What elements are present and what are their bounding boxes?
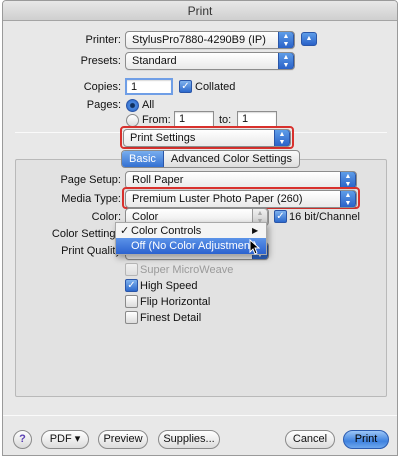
print-dialog: Print Printer: StylusPro7880-4290B9 (IP)… [2, 0, 398, 456]
window-title: Print [3, 1, 397, 21]
tab-control: Basic Advanced Color Settings [121, 150, 300, 168]
mouse-pointer-icon [249, 239, 260, 255]
printer-value: StylusPro7880-4290B9 (IP) [132, 34, 266, 46]
print-button[interactable]: Print [343, 430, 389, 449]
pages-label: Pages: [86, 99, 121, 111]
section-popup[interactable]: Print Settings ▲ ▼ [123, 129, 291, 147]
popup-arrows-icon: ▲▼ [278, 53, 294, 69]
checkmark-icon: ✓ [120, 225, 130, 237]
disclosure-triangle-icon[interactable]: ▲ [301, 32, 317, 46]
high-speed-checkbox[interactable]: ✓ [125, 279, 138, 292]
pdf-button[interactable]: PDF ▾ [41, 430, 89, 449]
sixteen-bit-label: 16 bit/Channel [289, 211, 360, 223]
finest-detail-checkbox[interactable] [125, 311, 138, 324]
high-speed-label: High Speed [140, 280, 198, 292]
copies-label: Copies: [83, 81, 121, 93]
tab-advanced-color-settings[interactable]: Advanced Color Settings [164, 151, 299, 167]
super-microweave-checkbox[interactable] [125, 263, 138, 276]
printer-label: Printer: [85, 34, 121, 46]
color-settings-label: Color Settings [51, 228, 121, 240]
tab-basic[interactable]: Basic [122, 151, 164, 167]
printer-popup[interactable]: StylusPro7880-4290B9 (IP) ▲ ▼ [125, 31, 295, 49]
finest-detail-label: Finest Detail [140, 312, 202, 324]
menu-item-label: Color Controls [131, 225, 202, 237]
presets-popup[interactable]: Standard ▲ ▼ [125, 52, 295, 70]
menu-item-label: Off (No Color Adjustment) [131, 240, 257, 252]
collated-checkbox[interactable]: ✓ [179, 80, 192, 93]
popup-arrows-icon: ▲▼ [274, 130, 290, 146]
media-type-popup[interactable]: Premium Luster Photo Paper (260) ▲ ▼ [125, 190, 357, 208]
supplies-button[interactable]: Supplies... [158, 430, 220, 449]
preview-button[interactable]: Preview [98, 430, 148, 449]
collated-label: Collated [195, 81, 236, 93]
page-setup-value: Roll Paper [132, 174, 184, 186]
media-type-value: Premium Luster Photo Paper (260) [132, 193, 303, 205]
submenu-arrow-icon: ▶ [252, 226, 259, 235]
color-label: Color: [91, 211, 121, 223]
print-quality-label: Print Quality [61, 245, 121, 257]
popup-arrows-icon: ▲▼ [340, 191, 356, 207]
help-button[interactable]: ? [13, 430, 32, 449]
flip-horizontal-label: Flip Horizontal [140, 296, 211, 308]
menu-item-color-controls[interactable]: ✓ Color Controls ▶ [116, 223, 266, 239]
color-settings-menu: ✓ Color Controls ▶ Off (No Color Adjustm… [115, 222, 267, 255]
flip-horizontal-checkbox[interactable] [125, 295, 138, 308]
presets-value: Standard [132, 55, 177, 67]
pages-all-radio[interactable] [126, 99, 139, 112]
separator [3, 415, 397, 416]
pages-all-label: All [142, 99, 155, 111]
media-type-label: Media Type: [61, 193, 121, 205]
section-popup-value: Print Settings [130, 132, 196, 144]
page-setup-label: Page Setup: [60, 174, 121, 186]
sixteen-bit-checkbox[interactable]: ✓ [274, 210, 287, 223]
super-microweave-label: Super MicroWeave [140, 264, 234, 276]
presets-label: Presets: [80, 55, 121, 67]
menu-item-off-no-color-adjustment[interactable]: Off (No Color Adjustment) [116, 238, 266, 254]
popup-arrows-icon: ▲▼ [278, 32, 294, 48]
copies-field[interactable]: 1 [125, 78, 173, 95]
cancel-button[interactable]: Cancel [285, 430, 335, 449]
